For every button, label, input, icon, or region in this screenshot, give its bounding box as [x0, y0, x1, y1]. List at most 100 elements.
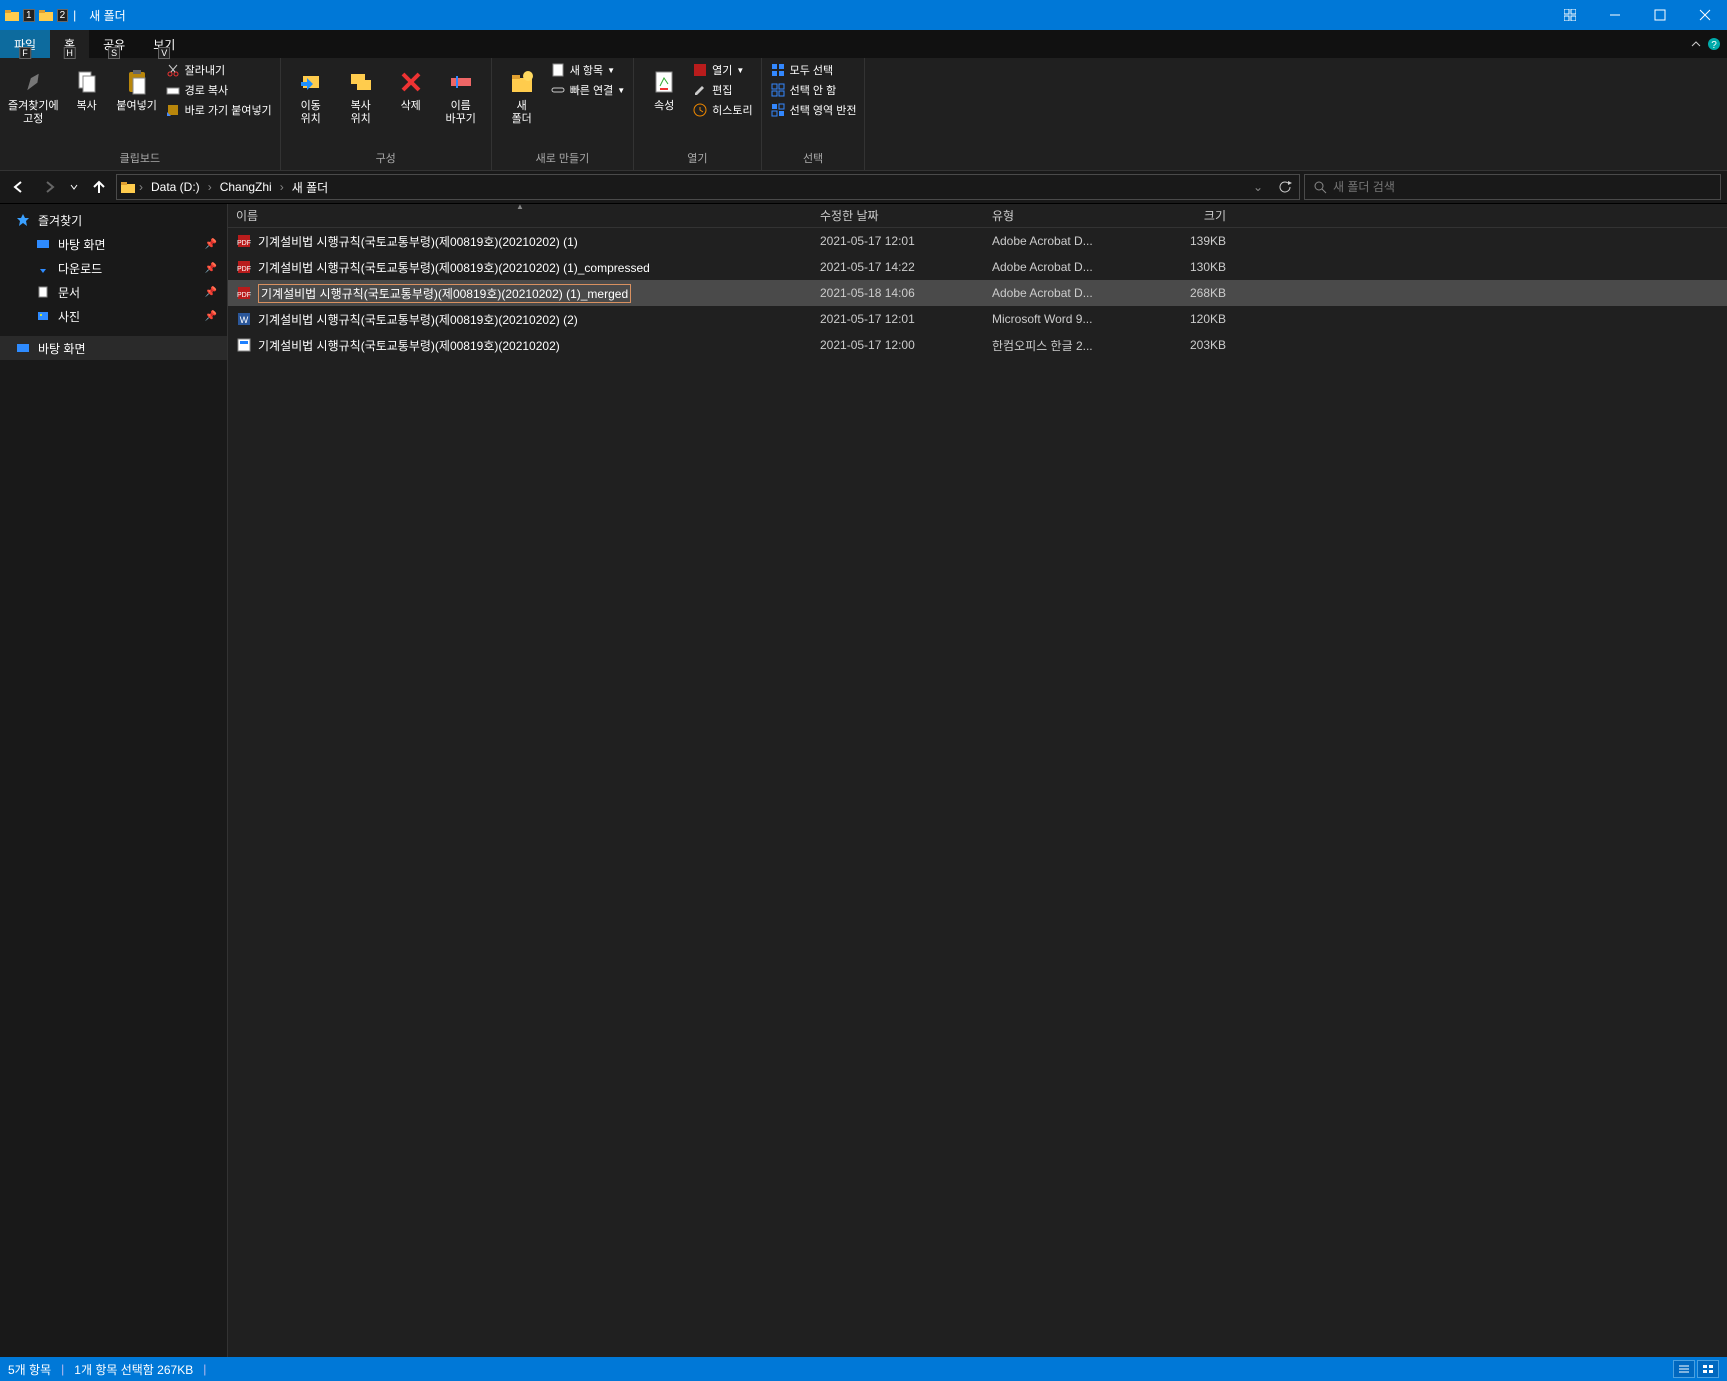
folder-icon [36, 5, 56, 25]
copy-button[interactable]: 복사 [65, 62, 109, 113]
file-row[interactable]: PDF기계설비법 시행규칙(국토교통부령)(제00819호)(20210202)… [228, 228, 1727, 254]
new-item-button[interactable]: 새 항목 ▼ [550, 62, 625, 78]
tab-home[interactable]: 홈 H [50, 30, 89, 58]
svg-text:PDF: PDF [237, 240, 251, 247]
select-none-button[interactable]: 선택 안 함 [770, 82, 857, 98]
file-size: 130KB [1140, 260, 1234, 274]
chevron-down-icon[interactable]: ⌄ [1245, 180, 1271, 194]
address-bar: › Data (D:) › ChangZhi › 새 폴더 ⌄ [0, 170, 1727, 204]
link-icon [550, 82, 566, 98]
paste-shortcut-button[interactable]: 바로 가기 붙여넣기 [165, 102, 272, 118]
invert-selection-button[interactable]: 선택 영역 반전 [770, 102, 857, 118]
window-title-bar: 1 2 | 새 폴더 [0, 0, 1727, 30]
file-type-icon [236, 337, 252, 353]
status-item-count: 5개 항목 [8, 1361, 51, 1378]
file-size: 268KB [1140, 286, 1234, 300]
file-row[interactable]: PDF기계설비법 시행규칙(국토교통부령)(제00819호)(20210202)… [228, 254, 1727, 280]
column-name[interactable]: ▲이름 [228, 204, 812, 227]
status-selection: 1개 항목 선택함 267KB [74, 1361, 193, 1378]
rename-button[interactable]: 이름 바꾸기 [439, 62, 483, 126]
file-date: 2021-05-18 14:06 [812, 286, 984, 300]
move-to-button[interactable]: 이동 위치 [289, 62, 333, 126]
tab-share[interactable]: 공유 S [89, 30, 139, 58]
sidebar-item-desktop[interactable]: 바탕 화면📌 [0, 232, 227, 256]
pin-quick-access-button[interactable]: 즐겨찾기에 고정 [8, 62, 59, 126]
quick-access-toolbar: 1 2 | 새 폴더 [0, 5, 126, 25]
nav-forward-button[interactable] [36, 174, 62, 200]
column-size[interactable]: 크기 [1140, 204, 1234, 227]
properties-button[interactable]: 속성 [642, 62, 686, 113]
sidebar-item-desktop-root[interactable]: 바탕 화면 [0, 336, 227, 360]
breadcrumb[interactable]: › Data (D:) › ChangZhi › 새 폴더 ⌄ [116, 174, 1300, 200]
pictures-icon [34, 307, 52, 325]
svg-text:PDF: PDF [237, 266, 251, 273]
file-size: 120KB [1140, 312, 1234, 326]
select-all-button[interactable]: 모두 선택 [770, 62, 857, 78]
new-item-icon [550, 62, 566, 78]
file-row[interactable]: W 기계설비법 시행규칙(국토교통부령)(제00819호)(20210202) (… [228, 306, 1727, 332]
history-button[interactable]: 히스토리 [692, 102, 752, 118]
sidebar-item-downloads[interactable]: 다운로드📌 [0, 256, 227, 280]
file-row[interactable]: PDF기계설비법 시행규칙(국토교통부령)(제00819호)(20210202)… [228, 280, 1727, 306]
file-type-icon: W [236, 311, 252, 327]
svg-text:PDF: PDF [237, 292, 251, 299]
file-name: 기계설비법 시행규칙(국토교통부령)(제00819호)(20210202) (2… [258, 311, 578, 328]
star-icon [14, 211, 32, 229]
app-mode-button[interactable] [1547, 0, 1592, 30]
breadcrumb-item[interactable]: ChangZhi [212, 180, 280, 194]
tab-view[interactable]: 보기 V [139, 30, 189, 58]
file-type: Adobe Acrobat D... [984, 286, 1140, 300]
new-folder-button[interactable]: 새 폴더 [500, 62, 544, 126]
column-type[interactable]: 유형 [984, 204, 1140, 227]
ribbon-group-clipboard: 즐겨찾기에 고정 복사 붙여넣기 잘라내기 경로 복사 바로 가기 붙여넣기 클… [0, 58, 281, 170]
minimize-button[interactable] [1592, 0, 1637, 30]
open-button[interactable]: 열기 ▼ [692, 62, 752, 78]
help-icon[interactable]: ? [1707, 37, 1721, 51]
sidebar-quick-access[interactable]: 즐겨찾기 [0, 208, 227, 232]
nav-recent-button[interactable] [66, 174, 82, 200]
copy-path-button[interactable]: 경로 복사 [165, 82, 272, 98]
paste-button[interactable]: 붙여넣기 [115, 62, 159, 113]
file-type: 한컴오피스 한글 2... [984, 337, 1140, 354]
sidebar-item-documents[interactable]: 문서📌 [0, 280, 227, 304]
file-row[interactable]: 기계설비법 시행규칙(국토교통부령)(제00819호)(20210202)202… [228, 332, 1727, 358]
pdf-icon [692, 62, 708, 78]
breadcrumb-item[interactable]: 새 폴더 [284, 179, 336, 196]
column-headers: ▲이름 수정한 날짜 유형 크기 [228, 204, 1727, 228]
nav-up-button[interactable] [86, 174, 112, 200]
refresh-button[interactable] [1271, 180, 1299, 194]
window-title: 새 폴더 [89, 7, 125, 24]
delete-button[interactable]: 삭제 [389, 62, 433, 113]
desktop-icon [14, 339, 32, 357]
close-button[interactable] [1682, 0, 1727, 30]
file-type: Adobe Acrobat D... [984, 260, 1140, 274]
view-thumbnails-button[interactable] [1697, 1360, 1719, 1378]
ribbon-minimize-icon[interactable] [1689, 37, 1703, 51]
ribbon-group-organize: 이동 위치 복사 위치 삭제 이름 바꾸기 구성 [281, 58, 492, 170]
search-input[interactable] [1333, 180, 1712, 194]
search-box[interactable] [1304, 174, 1721, 200]
file-name: 기계설비법 시행규칙(국토교통부령)(제00819호)(20210202) [258, 337, 560, 354]
scissors-icon [165, 62, 181, 78]
edit-icon [692, 82, 708, 98]
pin-icon: 📌 [205, 239, 217, 250]
edit-button[interactable]: 편집 [692, 82, 752, 98]
tab-file[interactable]: 파일 F [0, 30, 50, 58]
folder-icon [117, 179, 139, 195]
nav-back-button[interactable] [6, 174, 32, 200]
maximize-button[interactable] [1637, 0, 1682, 30]
file-list: ▲이름 수정한 날짜 유형 크기 PDF기계설비법 시행규칙(국토교통부령)(제… [228, 204, 1727, 1357]
view-details-button[interactable] [1673, 1360, 1695, 1378]
file-type-icon: PDF [236, 285, 252, 301]
pin-icon: 📌 [205, 263, 217, 274]
file-date: 2021-05-17 12:01 [812, 312, 984, 326]
cut-button[interactable]: 잘라내기 [165, 62, 272, 78]
pin-icon: 📌 [205, 287, 217, 298]
breadcrumb-item[interactable]: Data (D:) [143, 180, 208, 194]
sidebar-item-pictures[interactable]: 사진📌 [0, 304, 227, 328]
file-type-icon: PDF [236, 233, 252, 249]
copy-to-button[interactable]: 복사 위치 [339, 62, 383, 126]
qat-badge-2: 2 [57, 9, 69, 22]
column-date[interactable]: 수정한 날짜 [812, 204, 984, 227]
easy-access-button[interactable]: 빠른 연결 ▼ [550, 82, 625, 98]
